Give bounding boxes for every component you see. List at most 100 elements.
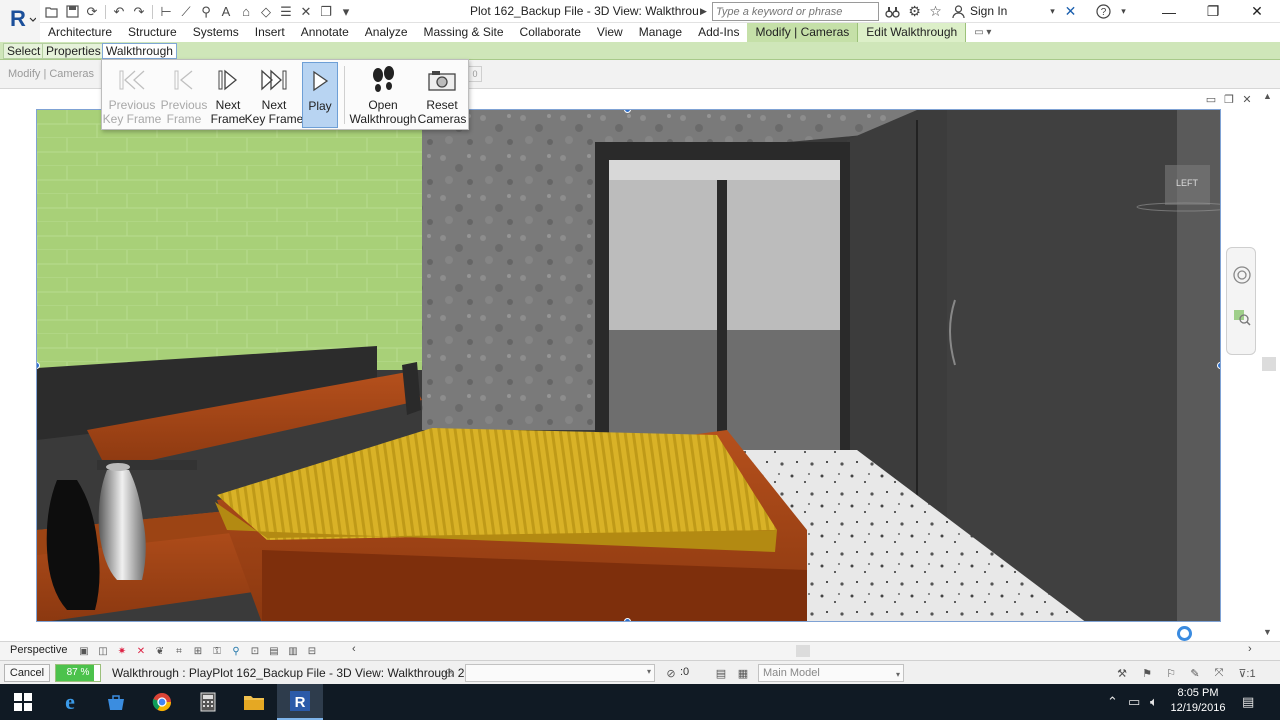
analytical-model-icon[interactable]: ▥: [285, 643, 301, 659]
volume-icon[interactable]: 🔈︎: [1150, 694, 1158, 710]
sun-path-icon[interactable]: ✷: [114, 643, 130, 659]
undo-icon[interactable]: ↶: [109, 2, 129, 21]
view-close-icon[interactable]: ✕: [1240, 93, 1254, 106]
text-icon[interactable]: A: [216, 2, 236, 21]
tab-manage[interactable]: Manage: [631, 23, 690, 42]
binoculars-icon[interactable]: [883, 2, 902, 21]
horizontal-scroll-thumb[interactable]: [796, 645, 810, 657]
thin-lines-icon[interactable]: ☰: [276, 2, 296, 21]
tab-systems[interactable]: Systems: [185, 23, 247, 42]
taskbar-calculator[interactable]: [185, 684, 231, 720]
scroll-up-icon[interactable]: ▲: [1263, 91, 1272, 101]
next-frame-button[interactable]: Next Frame: [210, 62, 246, 128]
reset-cameras-button[interactable]: Reset Cameras: [418, 62, 466, 128]
cancel-button[interactable]: Cancel: [4, 664, 50, 682]
crop-handle-bottom[interactable]: [624, 618, 631, 621]
3d-view-icon[interactable]: ⌂: [236, 2, 256, 21]
workset-dropdown-icon[interactable]: ▾: [647, 667, 651, 676]
steering-wheel-icon[interactable]: [1233, 266, 1251, 287]
graphic-display-icon[interactable]: ◫: [95, 643, 111, 659]
tab-edit-walkthrough[interactable]: Edit Walkthrough: [857, 23, 967, 42]
options-field-icon[interactable]: 0: [468, 66, 482, 82]
previous-frame-button[interactable]: Previous Frame: [160, 62, 208, 128]
worksharing-icon[interactable]: ⚇: [440, 665, 458, 681]
show-crop-icon[interactable]: ⊞: [190, 643, 206, 659]
open-icon[interactable]: [42, 2, 62, 21]
walkthrough-panel-button[interactable]: Walkthrough: [102, 43, 177, 59]
select-underlay-icon[interactable]: ⚑: [1138, 665, 1156, 681]
sync-icon[interactable]: ⟳: [82, 2, 102, 21]
help-dropdown-icon[interactable]: ▾: [1114, 2, 1133, 21]
tab-view[interactable]: View: [589, 23, 631, 42]
previous-key-frame-button[interactable]: Previous Key Frame: [103, 62, 161, 128]
view-minimize-icon[interactable]: ▭: [1204, 93, 1218, 106]
tray-overflow-icon[interactable]: ⌃: [1107, 694, 1118, 710]
filter-icon[interactable]: ⊽:1: [1234, 665, 1260, 681]
switch-windows-icon[interactable]: ❐: [316, 2, 336, 21]
scroll-down-icon[interactable]: ▼: [1263, 627, 1272, 637]
crop-handle-right[interactable]: [1217, 362, 1220, 369]
select-panel-button[interactable]: Select: [3, 43, 45, 59]
properties-panel-button[interactable]: Properties: [42, 43, 105, 59]
taskbar-file-explorer[interactable]: [231, 684, 277, 720]
customize-qat-icon[interactable]: ▾: [336, 2, 356, 21]
start-button[interactable]: [0, 684, 46, 720]
render-icon[interactable]: ❦: [152, 643, 168, 659]
network-icon[interactable]: ▭: [1128, 694, 1140, 710]
redo-icon[interactable]: ↷: [129, 2, 149, 21]
save-icon[interactable]: [62, 2, 82, 21]
title-expand-icon[interactable]: ▶: [700, 6, 707, 17]
temp-properties-icon[interactable]: ▤: [266, 643, 282, 659]
crop-view-icon[interactable]: ⌗: [171, 643, 187, 659]
shadows-icon[interactable]: ✕: [133, 643, 149, 659]
navigation-orbit-marker[interactable]: [1177, 626, 1192, 641]
horizontal-scrollbar[interactable]: ‹ ›: [350, 643, 1260, 659]
walkthrough-3d-view[interactable]: [36, 109, 1221, 622]
reveal-hidden-icon[interactable]: ⊡: [247, 643, 263, 659]
hide-isolate-icon[interactable]: ⚲: [228, 643, 244, 659]
next-key-frame-button[interactable]: Next Key Frame: [245, 62, 303, 128]
viewcube-label[interactable]: LEFT: [1176, 178, 1198, 188]
taskbar-chrome[interactable]: [139, 684, 185, 720]
vertical-scroll-thumb[interactable]: [1262, 357, 1276, 371]
tab-architecture[interactable]: Architecture: [40, 23, 120, 42]
select-pinned-icon[interactable]: ⚐: [1162, 665, 1180, 681]
section-icon[interactable]: ◇: [256, 2, 276, 21]
viewcube[interactable]: LEFT: [1140, 160, 1230, 210]
application-menu-button[interactable]: R: [0, 0, 40, 42]
taskbar-store[interactable]: [93, 684, 139, 720]
dimension-icon[interactable]: ⟋: [176, 2, 196, 21]
taskbar-revit[interactable]: R: [277, 684, 323, 720]
workset-combo[interactable]: ▾: [465, 664, 655, 682]
tab-structure[interactable]: Structure: [120, 23, 185, 42]
tab-insert[interactable]: Insert: [247, 23, 293, 42]
tab-modify-cameras[interactable]: Modify | Cameras: [747, 23, 858, 42]
lock-view-icon[interactable]: ⚿: [209, 643, 225, 659]
taskbar-edge[interactable]: e: [47, 684, 93, 720]
open-walkthrough-button[interactable]: Open Walkthrough: [350, 62, 416, 128]
tab-collaborate[interactable]: Collaborate: [512, 23, 589, 42]
sign-in-link[interactable]: Sign In: [970, 0, 1007, 23]
sign-in-dropdown-icon[interactable]: ▾: [1043, 2, 1062, 21]
taskbar-clock[interactable]: 8:05 PM 12/19/2016: [1160, 686, 1236, 716]
tab-annotate[interactable]: Annotate: [293, 23, 357, 42]
constraints-icon[interactable]: ⊟: [304, 643, 320, 659]
close-icon[interactable]: ✕: [1234, 0, 1280, 23]
play-button[interactable]: Play: [302, 62, 338, 128]
help-icon[interactable]: ?: [1094, 2, 1113, 21]
tag-icon[interactable]: ⚲: [196, 2, 216, 21]
scroll-left-icon[interactable]: ‹: [352, 643, 356, 655]
search-input[interactable]: [712, 2, 879, 21]
action-center-icon[interactable]: ▤: [1242, 694, 1254, 710]
restore-icon[interactable]: ❐: [1190, 0, 1236, 23]
favorites-star-icon[interactable]: ☆: [926, 2, 945, 21]
close-hidden-icon[interactable]: ✕: [296, 2, 316, 21]
ribbon-minimize-icon[interactable]: ▭ ▾: [974, 23, 991, 42]
vertical-scrollbar[interactable]: ▲ ▼: [1259, 89, 1280, 641]
exchange-apps-icon[interactable]: ✕: [1061, 2, 1080, 21]
select-links-icon[interactable]: ⚒: [1113, 665, 1131, 681]
user-icon[interactable]: [949, 2, 968, 21]
design-option-combo[interactable]: Main Model ▾: [758, 664, 904, 682]
zoom-region-icon[interactable]: [1233, 308, 1251, 329]
visual-style-icon[interactable]: ▣: [76, 643, 92, 659]
